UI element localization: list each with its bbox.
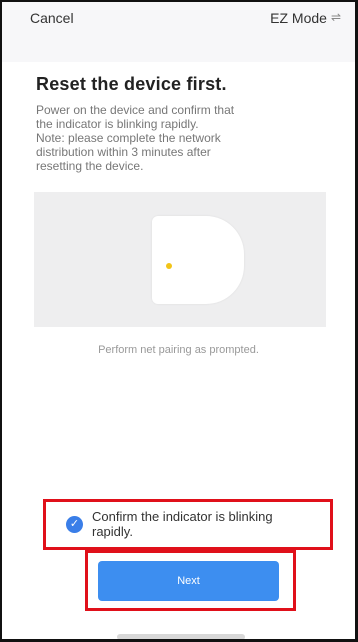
home-indicator (117, 634, 245, 639)
next-button[interactable]: Next (98, 561, 279, 601)
confirm-label: Confirm the indicator is blinking rapidl… (92, 509, 273, 539)
top-bar: Cancel EZ Mode ⇌ (2, 2, 355, 42)
mode-switch-button[interactable]: EZ Mode ⇌ (270, 10, 341, 26)
swap-icon: ⇌ (330, 10, 341, 24)
checkmark-icon[interactable]: ✓ (66, 516, 83, 533)
indicator-light-icon (166, 263, 172, 269)
app-screen: Cancel EZ Mode ⇌ Reset the device first.… (0, 0, 358, 642)
pairing-prompt: Perform net pairing as prompted. (98, 344, 259, 356)
device-image (152, 216, 244, 304)
confirm-checkbox-row[interactable]: ✓ Confirm the indicator is blinking rapi… (43, 499, 333, 550)
page-title: Reset the device first. (36, 74, 227, 94)
device-illustration (34, 192, 326, 327)
instructions-text: Power on the device and confirm that the… (36, 103, 235, 173)
mode-label: EZ Mode (270, 10, 327, 26)
cancel-button[interactable]: Cancel (30, 10, 74, 26)
next-button-highlight: Next (85, 550, 296, 611)
